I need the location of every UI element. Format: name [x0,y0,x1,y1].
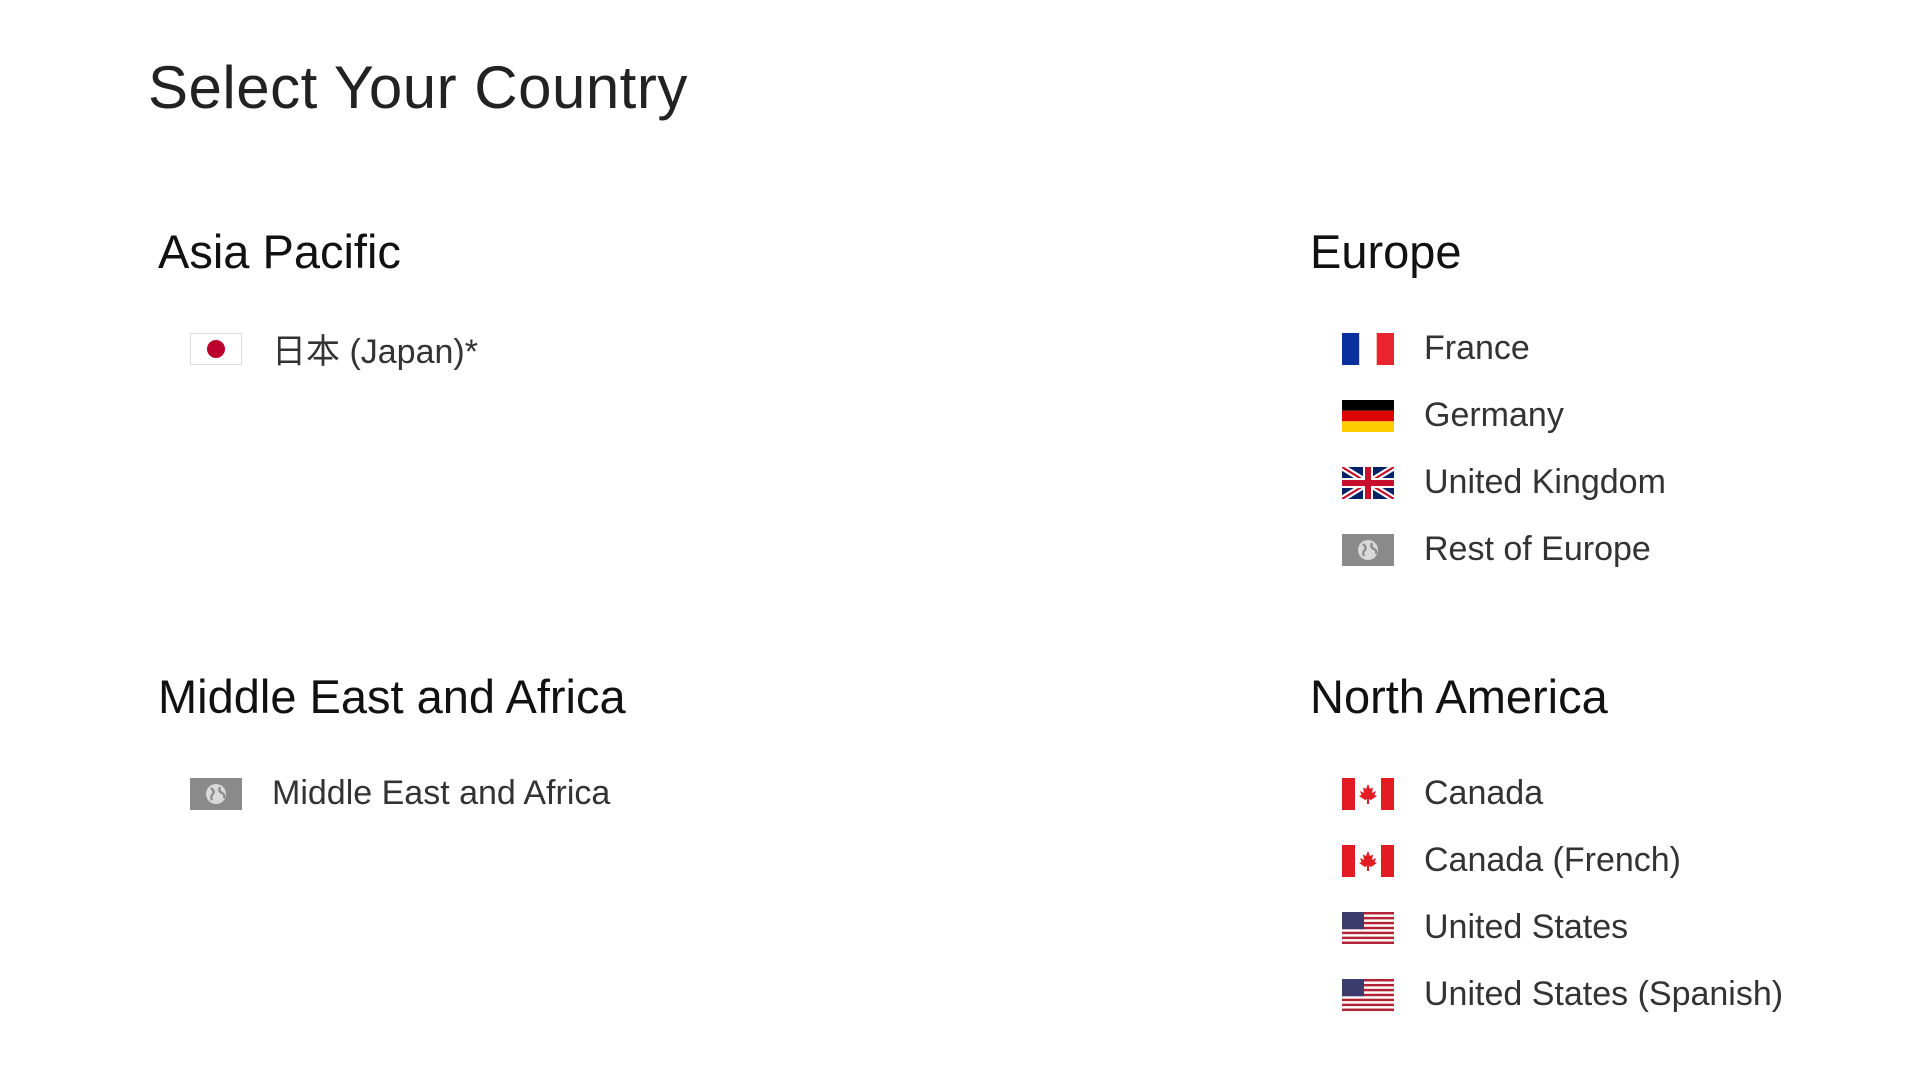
country-label: 日本 (Japan)* [272,333,478,372]
canada-flag-icon [1342,777,1394,810]
country-link-united-states[interactable]: United States [1342,894,1783,961]
country-label: Middle East and Africa [272,774,611,813]
country-label: Rest of Europe [1424,530,1651,569]
country-link-germany[interactable]: Germany [1342,382,1666,449]
country-list: 日本 (Japan)* [158,315,478,382]
page-title: Select Your Country [148,54,688,121]
country-label: United States (Spanish) [1424,975,1784,1014]
country-link-japan[interactable]: 日本 (Japan)* [190,315,478,382]
us-flag-icon [1342,911,1394,944]
region-heading: Middle East and Africa [158,670,626,723]
region-europe: Europe France Germany United Kingdom Res… [1310,225,1666,583]
germany-flag-icon [1342,399,1394,432]
country-label: France [1424,329,1530,368]
country-label: Canada (French) [1424,841,1682,880]
country-link-united-states-spanish[interactable]: United States (Spanish) [1342,961,1783,1028]
uk-flag-icon [1342,466,1394,499]
canada-flag-icon [1342,844,1394,877]
us-flag-icon [1342,978,1394,1011]
country-link-rest-of-europe[interactable]: Rest of Europe [1342,516,1666,583]
region-middle-east-africa: Middle East and Africa Middle East and A… [158,670,626,827]
france-flag-icon [1342,332,1394,365]
country-link-france[interactable]: France [1342,315,1666,382]
region-heading: Asia Pacific [158,225,401,278]
region-heading: Europe [1310,225,1462,278]
region-north-america: North America Canada Canada (French) Uni… [1310,670,1783,1028]
country-label: United Kingdom [1424,463,1666,502]
globe-icon [1342,533,1394,566]
country-link-canada-french[interactable]: Canada (French) [1342,827,1783,894]
country-label: United States [1424,908,1629,947]
region-asia-pacific: Asia Pacific 日本 (Japan)* [158,225,478,382]
country-link-canada[interactable]: Canada [1342,760,1783,827]
country-label: Canada [1424,774,1544,813]
japan-flag-icon [190,332,242,365]
country-list: Canada Canada (French) United States Uni… [1310,760,1783,1028]
region-heading: North America [1310,670,1608,723]
country-link-united-kingdom[interactable]: United Kingdom [1342,449,1666,516]
globe-icon [190,777,242,810]
country-list: France Germany United Kingdom Rest of Eu… [1310,315,1666,583]
country-list: Middle East and Africa [158,760,626,827]
country-label: Germany [1424,396,1564,435]
country-link-middle-east-africa[interactable]: Middle East and Africa [190,760,626,827]
